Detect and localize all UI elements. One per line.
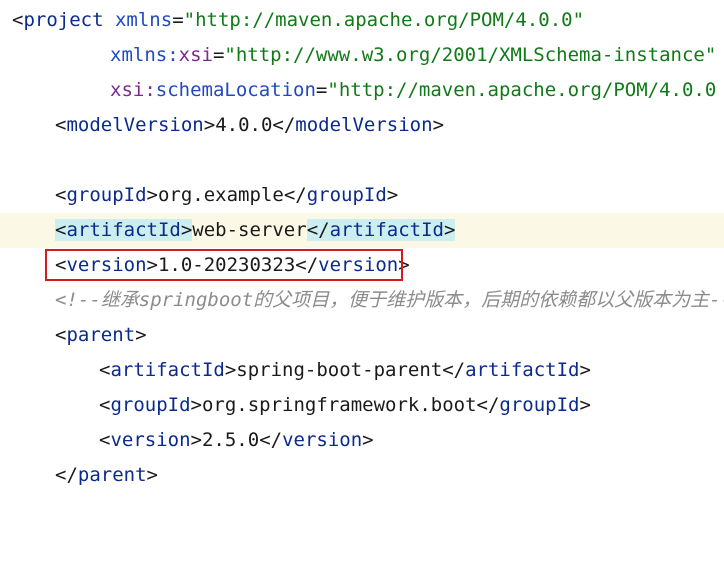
code-content: <version>1.0-20230323</version>	[55, 248, 410, 283]
code-content: xsi:schemaLocation="http://maven.apache.…	[110, 73, 724, 108]
attribute-namespace: xmlns:	[110, 44, 179, 66]
tag-name: version	[318, 254, 399, 276]
code-editor[interactable]: <project xmlns="http://maven.apache.org/…	[0, 0, 724, 491]
code-line-artifact-id-current[interactable]: <artifactId>web-server</artifactId>	[0, 213, 724, 248]
tag-name: artifactId	[110, 359, 225, 381]
code-line-project-open[interactable]: <project xmlns="http://maven.apache.org/…	[0, 3, 724, 38]
bracket: >	[398, 254, 410, 276]
tag-name: groupId	[306, 184, 387, 206]
bracket: >	[180, 219, 193, 241]
bracket: >	[362, 429, 374, 451]
bracket: >	[135, 324, 147, 346]
bracket: >	[579, 394, 591, 416]
bracket: >	[579, 359, 591, 381]
equals-sign: =	[315, 79, 328, 101]
tag-name: version	[282, 429, 363, 451]
bracket: </	[283, 184, 307, 206]
bracket: </	[476, 394, 500, 416]
code-line-parent-artifact-id[interactable]: <artifactId>spring-boot-parent</artifact…	[0, 353, 724, 388]
bracket: >	[443, 219, 456, 241]
bracket: <	[55, 324, 67, 346]
bracket: >	[432, 114, 445, 136]
element-text: 2.5.0	[201, 429, 260, 451]
equals-sign: =	[212, 44, 225, 66]
bracket: <	[55, 114, 67, 136]
tag-name: groupId	[499, 394, 580, 416]
tag-name: parent	[66, 324, 136, 346]
bracket: </	[55, 464, 78, 486]
tag-name: modelVersion	[295, 114, 433, 136]
tag-name: version	[110, 429, 191, 451]
attribute-value: "http://www.w3.org/2001/XMLSchema-instan…	[224, 44, 717, 66]
code-line-parent-open[interactable]: <parent>	[0, 318, 724, 353]
bracket: >	[224, 359, 237, 381]
code-line-xmlns-xsi[interactable]: xmlns:xsi="http://www.w3.org/2001/XMLSch…	[0, 38, 724, 73]
bracket: </	[272, 114, 296, 136]
code-line-parent-version[interactable]: <version>2.5.0</version>	[0, 423, 724, 458]
bracket: </	[259, 429, 283, 451]
element-text: org.example	[157, 184, 284, 206]
bracket: </	[295, 254, 319, 276]
tag-name: project	[23, 9, 104, 31]
code-content: <groupId>org.springframework.boot</group…	[99, 388, 591, 423]
bracket: <	[12, 9, 24, 31]
attribute-namespace: xsi:	[110, 79, 156, 101]
bracket: </	[442, 359, 466, 381]
code-line-version[interactable]: <version>1.0-20230323</version>	[0, 248, 724, 283]
code-line-group-id[interactable]: <groupId>org.example</groupId>	[0, 178, 724, 213]
bracket: </	[306, 219, 330, 241]
element-text: spring-boot-parent	[236, 359, 443, 381]
tag-name: groupId	[110, 394, 191, 416]
tag-name: groupId	[66, 184, 147, 206]
code-content: <modelVersion>4.0.0</modelVersion>	[55, 108, 444, 143]
attribute-value: "http://maven.apache.org/POM/4.0.0 ht	[327, 79, 724, 101]
code-line-model-version[interactable]: <modelVersion>4.0.0</modelVersion>	[0, 108, 724, 143]
tag-name: artifactId	[329, 219, 444, 241]
matched-open-tag: <artifactId>	[55, 219, 193, 241]
bracket: <	[99, 359, 111, 381]
code-line-parent-group-id[interactable]: <groupId>org.springframework.boot</group…	[0, 388, 724, 423]
tag-name: version	[66, 254, 147, 276]
code-line-schema-location[interactable]: xsi:schemaLocation="http://maven.apache.…	[0, 73, 724, 108]
element-text: org.springframework.boot	[201, 394, 477, 416]
bracket: >	[190, 429, 202, 451]
tag-name: parent	[77, 464, 147, 486]
bracket: <	[55, 219, 67, 241]
bracket: >	[203, 114, 216, 136]
code-content: <artifactId>spring-boot-parent</artifact…	[99, 353, 591, 388]
element-text: 1.0-20230323	[157, 254, 296, 276]
equals-sign: =	[172, 9, 184, 31]
bracket: >	[146, 254, 158, 276]
code-content: <parent>	[55, 318, 147, 353]
bracket: >	[146, 184, 158, 206]
code-content: <groupId>org.example</groupId>	[55, 178, 398, 213]
bracket: <	[99, 394, 111, 416]
code-line-comment[interactable]: <!--继承springboot的父项目，便于维护版本，后期的依赖都以父版本为主…	[0, 283, 724, 318]
bracket: >	[146, 464, 158, 486]
bracket: <	[55, 254, 67, 276]
attribute-value: "http://maven.apache.org/POM/4.0.0"	[183, 9, 585, 31]
code-content: xmlns:xsi="http://www.w3.org/2001/XMLSch…	[110, 38, 716, 73]
attribute-name: xsi	[178, 44, 213, 66]
code-line-parent-close[interactable]: </parent>	[0, 458, 724, 493]
bracket: >	[386, 184, 399, 206]
code-line-empty[interactable]	[0, 143, 724, 178]
code-content: <version>2.5.0</version>	[99, 423, 374, 458]
tag-name: modelVersion	[66, 114, 204, 136]
tag-name: artifactId	[465, 359, 580, 381]
element-text: web-server	[192, 219, 307, 241]
tag-name: artifactId	[66, 219, 181, 241]
attribute-name: xmlns	[114, 9, 173, 31]
matched-close-tag: </artifactId>	[306, 219, 456, 241]
bracket: <	[99, 429, 111, 451]
code-content: </parent>	[55, 458, 158, 493]
bracket: >	[190, 394, 202, 416]
xml-comment: <!--继承springboot的父项目，便于维护版本，后期的依赖都以父版本为主…	[55, 289, 724, 311]
code-content: <artifactId>web-server</artifactId>	[55, 213, 456, 248]
bracket: <	[55, 184, 67, 206]
element-text: 4.0.0	[215, 114, 273, 136]
code-content: <project xmlns="http://maven.apache.org/…	[12, 3, 584, 38]
attribute-name: schemaLocation	[155, 79, 316, 101]
